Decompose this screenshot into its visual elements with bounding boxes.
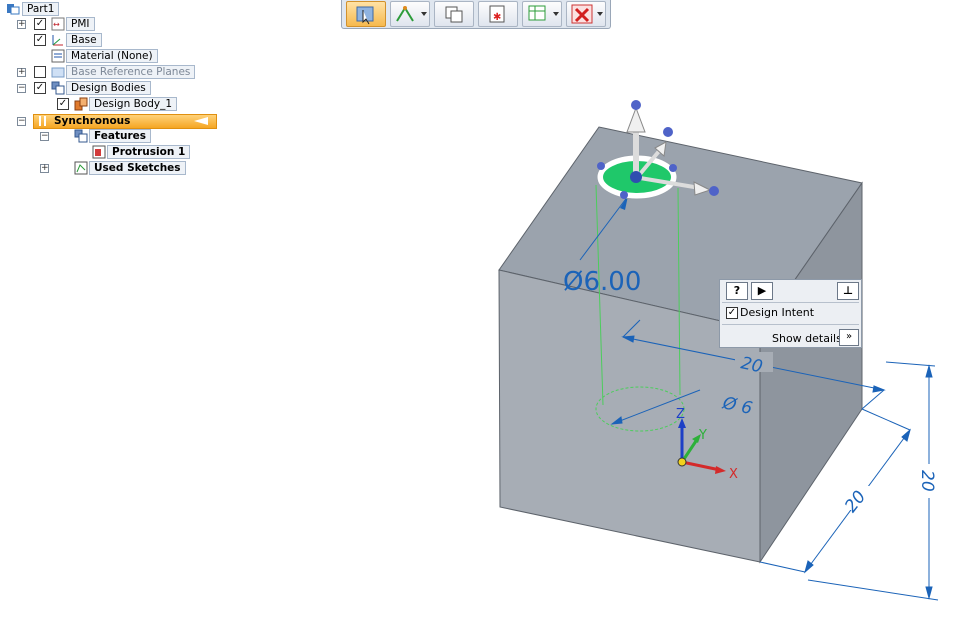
y-axis-label: Y <box>698 428 707 443</box>
play-button[interactable]: ▶ <box>751 282 773 300</box>
panel-divider <box>722 302 859 303</box>
expand-details-button[interactable]: » <box>839 329 859 346</box>
panel-divider <box>722 324 859 325</box>
pin-button[interactable]: ⊥ <box>837 282 859 300</box>
design-intent-label: Design Intent <box>740 306 815 319</box>
height-dimension-label[interactable]: 20 <box>917 470 937 492</box>
show-details-link[interactable]: Show details <box>772 332 842 345</box>
hole-diameter-callout[interactable]: Ø6.00 <box>563 267 641 297</box>
design-intent-panel: ? ▶ ⊥ ✓ Design Intent Show details » <box>719 279 862 348</box>
x-axis-label: X <box>729 467 738 482</box>
design-intent-checkbox[interactable]: ✓ <box>726 307 738 319</box>
z-axis-label: Z <box>676 407 685 422</box>
help-button[interactable]: ? <box>726 282 748 300</box>
